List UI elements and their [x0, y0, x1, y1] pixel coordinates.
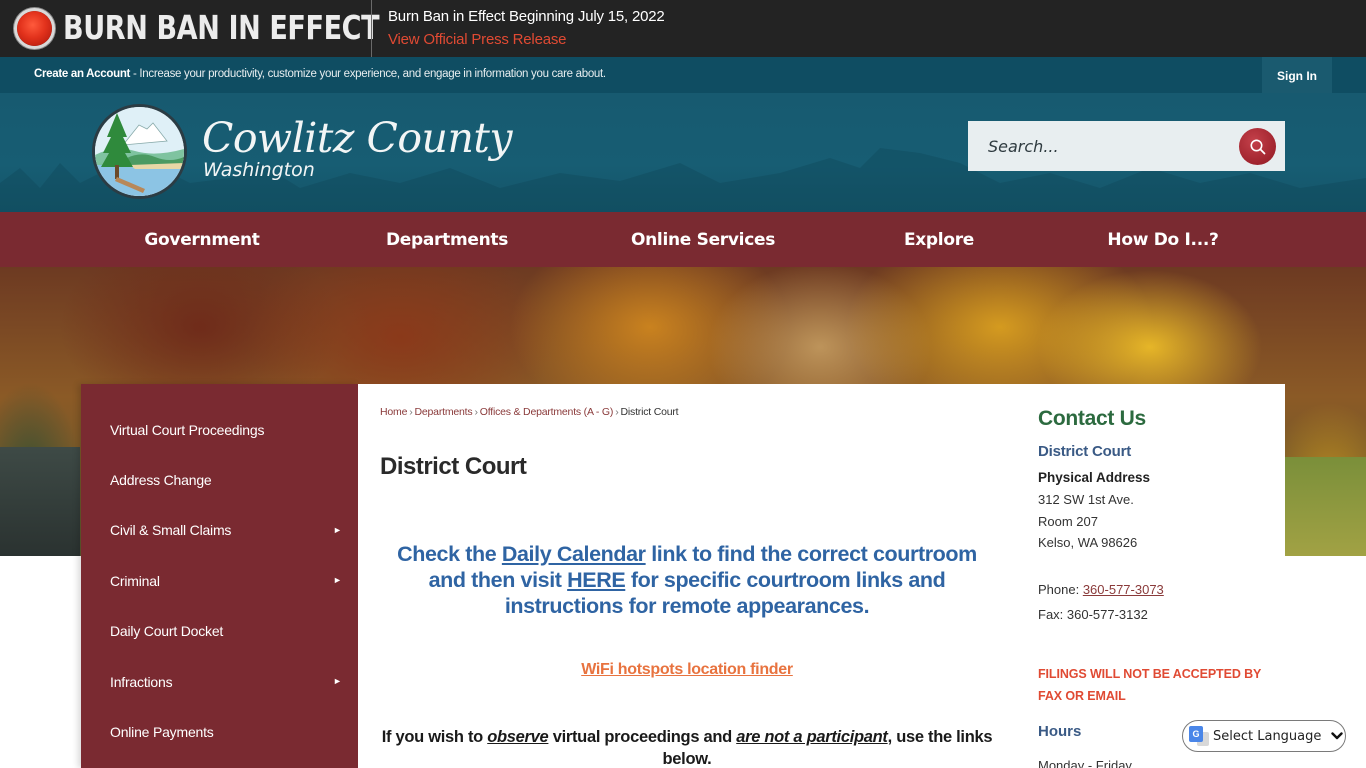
site-subtitle: Washington: [203, 159, 315, 181]
nav-item-explore[interactable]: Explore: [884, 212, 994, 267]
submenu-arrow-icon[interactable]: ►: [333, 575, 343, 585]
select-language-label: Select Language: [1213, 728, 1322, 744]
breadcrumb-departments[interactable]: Departments: [415, 406, 473, 418]
nav-item-online-services[interactable]: Online Services: [613, 212, 793, 267]
breadcrumb-home[interactable]: Home: [380, 406, 407, 418]
breadcrumb: Home › Departments › Offices & Departments (…: [380, 406, 679, 418]
sidebar-item-civil-small-claims[interactable]: Civil & Small Claims: [110, 520, 231, 540]
page-title: District Court: [380, 453, 527, 480]
create-account-link[interactable]: Create an Account: [34, 68, 130, 80]
observe-emphasis: are not a participant: [736, 728, 888, 746]
breadcrumb-separator: ›: [615, 406, 619, 418]
address-line: Room 207: [1038, 514, 1098, 529]
search-button[interactable]: [1239, 128, 1276, 165]
contact-department: District Court: [1038, 443, 1132, 460]
alert-light-icon: [17, 11, 52, 46]
observe-instructions: If you wish to observe virtual proceedin…: [380, 726, 994, 768]
sidebar-item-daily-court-docket[interactable]: Daily Court Docket: [110, 621, 223, 641]
hero-lawn: [1285, 457, 1366, 556]
sign-in-button[interactable]: Sign In: [1262, 57, 1332, 94]
sidebar-item-address-change[interactable]: Address Change: [110, 470, 212, 490]
hours-line: Monday - Friday: [1038, 758, 1132, 768]
contact-title: Contact Us: [1038, 407, 1146, 430]
select-language-dropdown[interactable]: G Select Language: [1182, 720, 1346, 752]
account-description: - Increase your productivity, customize …: [130, 68, 606, 80]
sidebar-item-virtual-court-proceedings[interactable]: Virtual Court Proceedings: [110, 420, 264, 440]
remote-appearance-notice: Check the Daily Calendar link to find th…: [380, 541, 994, 619]
account-strip: Create an Account - Increase your produc…: [0, 57, 1366, 93]
google-translate-icon: G: [1189, 726, 1209, 746]
breadcrumb-separator: ›: [409, 406, 413, 418]
search-input[interactable]: [968, 121, 1228, 171]
address-line: Kelso, WA 98626: [1038, 535, 1138, 550]
here-link[interactable]: HERE: [567, 568, 626, 592]
nav-item-departments[interactable]: Departments: [362, 212, 532, 267]
breadcrumb-current: District Court: [620, 406, 679, 418]
phone-link[interactable]: 360-577-3073: [1083, 582, 1164, 597]
alert-divider: [371, 0, 372, 57]
alert-title: BURN BAN IN EFFECT: [63, 8, 380, 47]
sidebar-item-criminal[interactable]: Criminal: [110, 571, 160, 591]
hours-title: Hours: [1038, 723, 1082, 740]
wifi-hotspots-link[interactable]: WiFi hotspots location finder: [380, 661, 994, 679]
daily-calendar-link[interactable]: Daily Calendar: [502, 542, 646, 566]
notice-text: Check the: [397, 542, 502, 566]
press-release-link[interactable]: View Official Press Release: [388, 31, 566, 48]
county-seal-logo[interactable]: [92, 104, 187, 199]
fax-line: Fax: 360-577-3132: [1038, 607, 1148, 622]
address-line: 312 SW 1st Ave.: [1038, 492, 1134, 507]
breadcrumb-separator: ›: [474, 406, 478, 418]
filing-warning: FILINGS WILL NOT BE ACCEPTED BY FAX OR E…: [1038, 667, 1262, 703]
submenu-arrow-icon[interactable]: ►: [333, 676, 343, 686]
submenu-arrow-icon[interactable]: ►: [333, 525, 343, 535]
breadcrumb-offices-departments[interactable]: Offices & Departments (A - G): [480, 406, 614, 418]
nav-item-government[interactable]: Government: [122, 212, 282, 267]
observe-emphasis: observe: [487, 728, 549, 746]
hero-pond: [0, 447, 80, 556]
search-icon: [1250, 139, 1265, 154]
phone-line: Phone: 360-577-3073: [1038, 582, 1164, 597]
phone-label: Phone:: [1038, 582, 1083, 597]
sidebar-item-online-payments[interactable]: Online Payments: [110, 722, 214, 742]
seal-illustration-icon: [95, 107, 184, 196]
observe-text: virtual proceedings and: [548, 728, 737, 746]
sidebar-item-infractions[interactable]: Infractions: [110, 672, 173, 692]
site-title[interactable]: Cowlitz County: [202, 114, 513, 162]
chevron-down-icon: [1331, 732, 1344, 740]
alert-headline: Burn Ban in Effect Beginning July 15, 20…: [388, 8, 665, 25]
account-text: Create an Account - Increase your produc…: [34, 68, 606, 80]
search-box: [968, 121, 1285, 171]
address-label: Physical Address: [1038, 470, 1151, 485]
observe-text: If you wish to: [381, 728, 488, 746]
nav-item-how-do-i[interactable]: How Do I...?: [1093, 212, 1233, 267]
